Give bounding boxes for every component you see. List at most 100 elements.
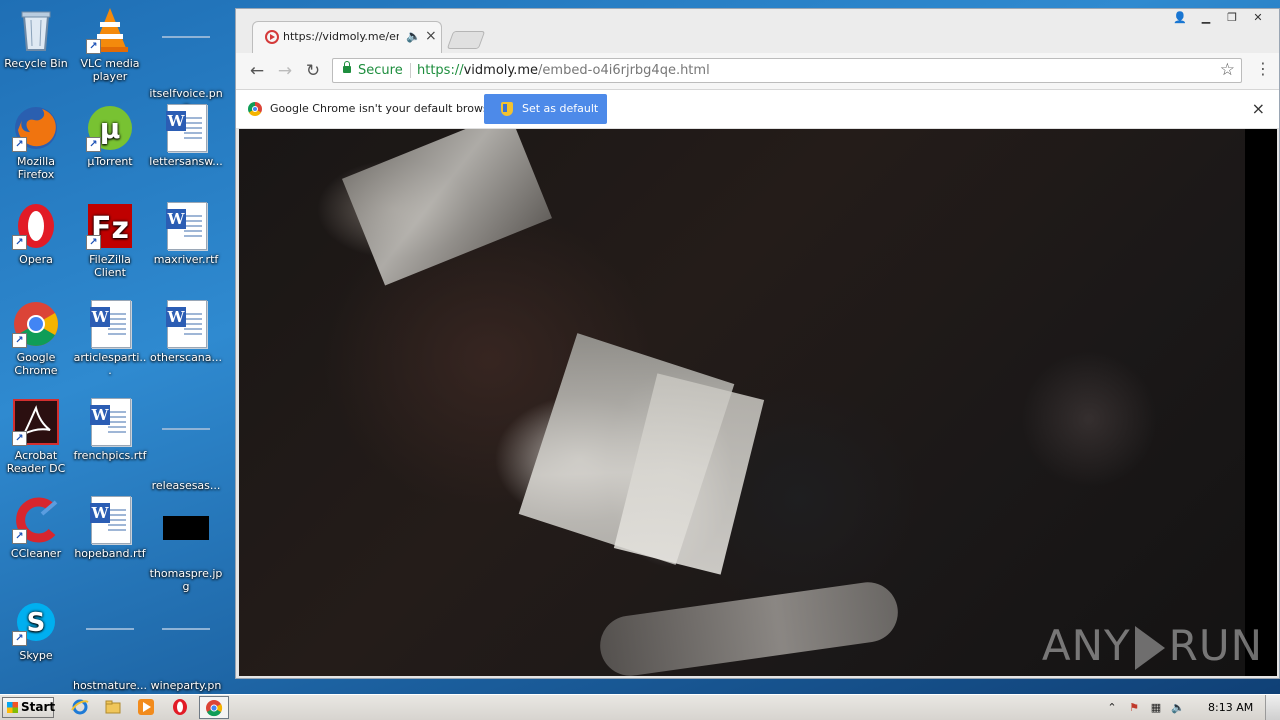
start-button[interactable]: Start: [2, 697, 55, 718]
desktop-icon-acrobat[interactable]: ↗ Acrobat Reader DC: [0, 398, 74, 475]
ccleaner-icon: ↗: [12, 496, 60, 544]
restore-button[interactable]: ❐: [1219, 9, 1245, 27]
window-controls: 👤 ▁ ❐ ✕: [1167, 9, 1271, 29]
minimize-button[interactable]: ▁: [1193, 9, 1219, 27]
forward-button[interactable]: →: [274, 60, 296, 82]
desktop-icon-firefox[interactable]: ↗ Mozilla Firefox: [0, 104, 74, 181]
word-document-icon: W: [86, 398, 134, 446]
desktop-icon-wineparty[interactable]: wineparty.png: [148, 598, 224, 705]
desktop-icon-label: µTorrent: [87, 155, 133, 168]
url-scheme: https://: [417, 63, 464, 78]
back-button[interactable]: ←: [246, 60, 268, 82]
chrome-menu-button[interactable]: ⋮: [1255, 61, 1271, 77]
close-window-button[interactable]: ✕: [1245, 9, 1271, 27]
word-document-icon: W: [86, 496, 134, 544]
taskbar-chrome-active[interactable]: [199, 696, 229, 719]
browser-toolbar: ← → ↻ Secure https://vidmoly.me/embed-o4…: [236, 53, 1279, 90]
chrome-icon: [248, 102, 262, 116]
taskbar: Start ⌃ ⚑ ▦ 🔈 8:13 AM: [0, 694, 1280, 720]
blank-file-icon: [86, 628, 134, 676]
file-explorer-icon[interactable]: [104, 698, 122, 716]
desktop-icon-utorrent[interactable]: µ ↗ µTorrent: [72, 104, 148, 168]
desktop-icon-itselfvoice[interactable]: itselfvoice.png: [148, 6, 224, 113]
browser-tab[interactable]: https://vidmoly.me/emb 🔈 ×: [252, 21, 442, 53]
acrobat-icon: ↗: [12, 398, 60, 446]
chrome-icon: [205, 699, 223, 717]
word-document-icon: W: [162, 202, 210, 250]
action-center-flag-icon[interactable]: ⚑: [1126, 698, 1142, 718]
show-hidden-icons-button[interactable]: ⌃: [1104, 698, 1120, 718]
profile-icon[interactable]: 👤: [1167, 9, 1193, 27]
svg-text:µ: µ: [100, 112, 121, 145]
watermark-left: ANY: [1041, 620, 1131, 670]
desktop-icon-otherscana[interactable]: W otherscana...: [148, 300, 224, 364]
shield-icon: [501, 102, 513, 116]
word-document-icon: W: [162, 104, 210, 152]
reload-button[interactable]: ↻: [302, 60, 324, 82]
desktop-icon-label: FileZilla Client: [89, 253, 131, 279]
desktop-icon-hopeband[interactable]: W hopeband.rtf: [72, 496, 148, 560]
firefox-icon: ↗: [12, 104, 60, 152]
video-frame-arm: [596, 578, 902, 676]
skype-icon: S ↗: [12, 598, 60, 646]
set-as-default-button[interactable]: Set as default: [484, 94, 607, 124]
desktop-icon-hostmature[interactable]: hostmature....: [72, 598, 148, 705]
desktop-icon-label: Opera: [19, 253, 53, 266]
desktop-icon-ccleaner[interactable]: ↗ CCleaner: [0, 496, 74, 560]
word-document-icon: W: [162, 300, 210, 348]
media-player-icon[interactable]: [137, 698, 155, 716]
desktop-icon-label: releasesas...: [151, 479, 221, 492]
url-host: vidmoly.me: [463, 63, 539, 78]
opera-icon[interactable]: [171, 698, 189, 716]
desktop-icon-lettersansw[interactable]: W lettersansw...: [148, 104, 224, 168]
desktop-icon-skype[interactable]: S ↗ Skype: [0, 598, 74, 662]
new-tab-button[interactable]: [446, 31, 486, 49]
address-bar[interactable]: Secure https://vidmoly.me/embed-o4i6rjrb…: [332, 58, 1242, 83]
desktop-icon-releasesas[interactable]: releasesas...: [148, 398, 224, 492]
word-document-icon: W: [86, 300, 134, 348]
desktop-icon-frenchpics[interactable]: W frenchpics.rtf: [72, 398, 148, 462]
url-path: /embed-o4i6rjrbg4qe.html: [538, 63, 710, 78]
desktop-icon-maxriver[interactable]: W maxriver.rtf: [148, 202, 224, 266]
desktop-icon-vlc[interactable]: ↗ VLC media player: [72, 6, 148, 83]
speaker-icon[interactable]: 🔈: [406, 29, 421, 43]
tab-close-button[interactable]: ×: [425, 28, 437, 44]
show-desktop-button[interactable]: [1265, 695, 1280, 720]
network-icon[interactable]: ▦: [1148, 698, 1164, 718]
default-browser-infobar: Google Chrome isn't your default browser…: [236, 90, 1279, 129]
anyrun-watermark: ANY RUN: [1041, 620, 1263, 670]
watermark-right: RUN: [1168, 620, 1263, 670]
site-favicon-icon: [265, 30, 279, 44]
desktop-icon-label: Recycle Bin: [4, 57, 68, 70]
desktop-icon-recycle-bin[interactable]: Recycle Bin: [0, 6, 74, 70]
volume-icon[interactable]: 🔈: [1170, 698, 1186, 718]
utorrent-icon: µ ↗: [86, 104, 134, 152]
svg-text:S: S: [27, 608, 46, 638]
bookmark-star-icon[interactable]: ☆: [1220, 60, 1235, 80]
desktop-icon-opera[interactable]: ↗ Opera: [0, 202, 74, 266]
blank-file-icon: [162, 428, 210, 476]
image-file-icon: [162, 628, 210, 676]
url-text: https://vidmoly.me/embed-o4i6rjrbg4qe.ht…: [417, 63, 710, 78]
video-frame-book: [342, 129, 552, 286]
taskbar-clock[interactable]: 8:13 AM: [1208, 701, 1253, 714]
desktop-icon-label: articlesparti...: [73, 351, 147, 377]
set-as-default-label: Set as default: [522, 102, 599, 115]
desktop-icon-thomaspre[interactable]: thomaspre.jpg: [148, 496, 224, 593]
desktop-icon-label: hopeband.rtf: [74, 547, 146, 560]
vlc-icon: ↗: [86, 6, 134, 54]
image-file-icon: [162, 36, 210, 84]
filezilla-icon: Fz ↗: [86, 202, 134, 250]
desktop-icon-filezilla[interactable]: Fz ↗ FileZilla Client: [72, 202, 148, 279]
desktop-icon-chrome[interactable]: ↗ Google Chrome: [0, 300, 74, 377]
desktop-icon-articlesparti[interactable]: W articlesparti...: [72, 300, 148, 377]
title-bar: https://vidmoly.me/emb 🔈 × 👤 ▁ ❐ ✕: [236, 9, 1279, 53]
page-content: ANY RUN: [239, 129, 1277, 676]
internet-explorer-icon[interactable]: [71, 698, 89, 716]
desktop-icon-label: CCleaner: [10, 547, 62, 560]
infobar-close-button[interactable]: ×: [1252, 99, 1265, 118]
play-triangle-icon: [1134, 626, 1165, 670]
video-player[interactable]: [239, 129, 1245, 676]
system-tray: ⌃ ⚑ ▦ 🔈: [1104, 698, 1186, 718]
opera-icon: ↗: [12, 202, 60, 250]
